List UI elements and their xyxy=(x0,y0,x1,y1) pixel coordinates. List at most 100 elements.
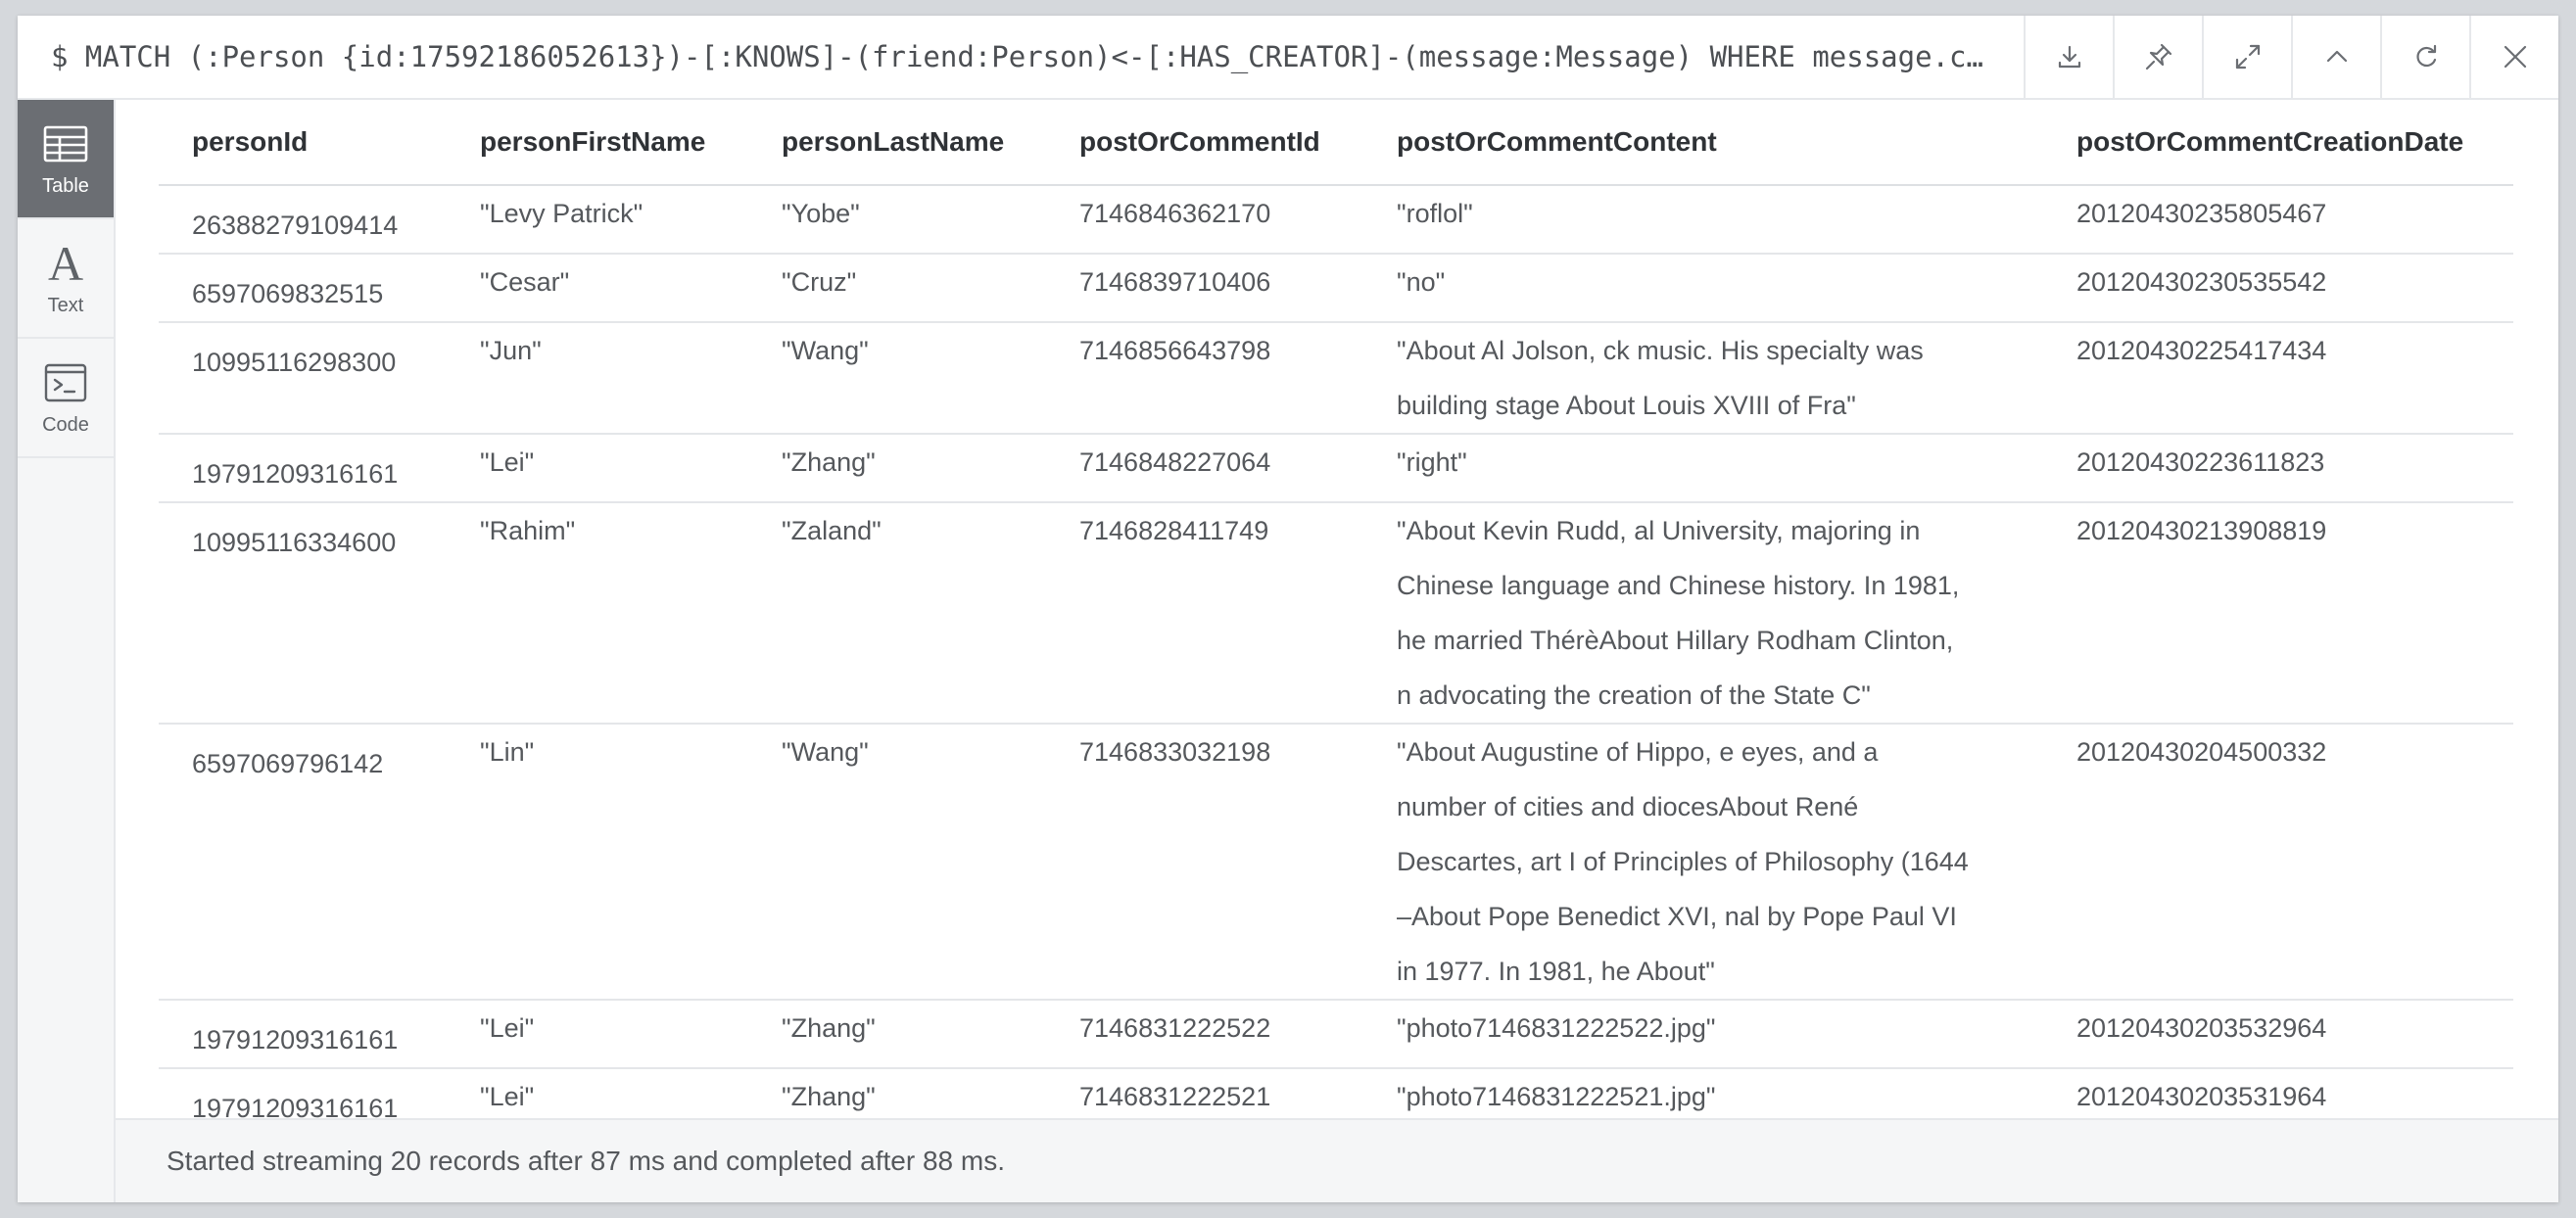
view-tab-label: Text xyxy=(47,294,84,316)
expand-button[interactable] xyxy=(2202,16,2291,98)
table-row: 10995116298300 "Jun" "Wang" 7146856643798 "A… xyxy=(159,322,2513,435)
result-frame: $ MATCH (:Person {id:17592186052613})-[:… xyxy=(18,16,2558,1202)
table-cell-postOrCommentId: 7146856643798 xyxy=(1046,322,1363,435)
result-table: personId personFirstName personLastName … xyxy=(159,100,2513,1118)
cell-text-line: "About Augustine of Hippo, e eyes, and a xyxy=(1397,737,1879,767)
cell-text-line: he married ThérèAbout Hillary Rodham Cli… xyxy=(1397,626,1954,655)
table-row: 19791209316161 "Lei" "Zhang" 7146831222521 "… xyxy=(159,1068,2513,1118)
table-header-row: personId personFirstName personLastName … xyxy=(159,100,2513,186)
table-cell-postOrCommentId: 7146833032198 xyxy=(1046,724,1363,1001)
table-cell-personFirstName: "Rahim" xyxy=(447,502,748,725)
cell-text-line: Chinese language and Chinese history. In… xyxy=(1397,571,1960,600)
pin-icon xyxy=(2145,43,2171,70)
table-cell-postOrCommentContent: "right" xyxy=(1363,434,2043,503)
column-header: postOrCommentCreationDate xyxy=(2043,100,2513,186)
collapse-button[interactable] xyxy=(2291,16,2380,98)
table-cell-personFirstName: "Lei" xyxy=(447,434,748,503)
table-cell-personId: 19791209316161 xyxy=(159,434,447,503)
download-icon xyxy=(2058,45,2080,69)
result-table-viewport[interactable]: personId personFirstName personLastName … xyxy=(116,100,2558,1118)
table-cell-postOrCommentCreationDate: 20120430235805467 xyxy=(2043,185,2513,255)
chevron-up-icon xyxy=(2326,50,2347,63)
table-cell-postOrCommentId: 7146848227064 xyxy=(1046,434,1363,503)
table-cell-personId: 19791209316161 xyxy=(159,1068,447,1118)
table-cell-postOrCommentId: 7146839710406 xyxy=(1046,254,1363,323)
table-body: 26388279109414 "Levy Patrick" "Yobe" 714684… xyxy=(159,185,2513,1118)
cell-text-line: "About Kevin Rudd, al University, majori… xyxy=(1397,516,1921,545)
table-cell-personFirstName: "Lei" xyxy=(447,1068,748,1118)
table-cell-postOrCommentCreationDate: 20120430204500332 xyxy=(2043,724,2513,1001)
download-button[interactable] xyxy=(2024,16,2113,98)
table-row: 19791209316161 "Lei" "Zhang" 7146848227064 "… xyxy=(159,434,2513,503)
table-cell-personLastName: "Wang" xyxy=(748,724,1046,1001)
cell-text-line: "roflol" xyxy=(1397,199,1473,228)
column-header: postOrCommentId xyxy=(1046,100,1363,186)
table-row: 19791209316161 "Lei" "Zhang" 7146831222522 "… xyxy=(159,1000,2513,1069)
table-cell-personLastName: "Zhang" xyxy=(748,1068,1046,1118)
query-editor[interactable]: $ MATCH (:Person {id:17592186052613})-[:… xyxy=(18,40,2024,73)
table-cell-postOrCommentId: 7146831222522 xyxy=(1046,1000,1363,1069)
table-cell-postOrCommentCreationDate: 20120430203531964 xyxy=(2043,1068,2513,1118)
table-cell-postOrCommentCreationDate: 20120430213908819 xyxy=(2043,502,2513,725)
view-switcher: Table A Text Code xyxy=(18,100,116,1202)
table-cell-postOrCommentContent: "photo7146831222522.jpg" xyxy=(1363,1000,2043,1069)
cell-text-line: "photo7146831222521.jpg" xyxy=(1397,1082,1716,1111)
table-cell-personFirstName: "Cesar" xyxy=(447,254,748,323)
table-cell-postOrCommentId: 7146831222521 xyxy=(1046,1068,1363,1118)
cell-text-line: "no" xyxy=(1397,267,1446,297)
column-header: personFirstName xyxy=(447,100,748,186)
view-tab-code[interactable]: Code xyxy=(18,339,114,458)
table-cell-personLastName: "Zhang" xyxy=(748,1000,1046,1069)
table-row: 10995116334600 "Rahim" "Zaland" 71468284117… xyxy=(159,502,2513,725)
status-bar: Started streaming 20 records after 87 ms… xyxy=(116,1118,2558,1202)
table-cell-personLastName: "Cruz" xyxy=(748,254,1046,323)
table-row: 26388279109414 "Levy Patrick" "Yobe" 714684… xyxy=(159,185,2513,255)
cell-text-line: n advocating the creation of the State C… xyxy=(1397,680,1871,710)
view-tab-text[interactable]: A Text xyxy=(18,219,114,339)
table-cell-personFirstName: "Lin" xyxy=(447,724,748,1001)
cell-text-line: in 1977. In 1981, he About" xyxy=(1397,957,1715,986)
table-cell-personId: 19791209316161 xyxy=(159,1000,447,1069)
expand-icon xyxy=(2235,44,2260,70)
table-row: 6597069796142 "Lin" "Wang" 7146833032198 "Ab… xyxy=(159,724,2513,1001)
cell-text-line: "About Al Jolson, ck music. His specialt… xyxy=(1397,336,1924,365)
table-cell-personLastName: "Zhang" xyxy=(748,434,1046,503)
close-button[interactable] xyxy=(2469,16,2558,98)
table-icon xyxy=(43,120,88,167)
table-cell-postOrCommentContent: "About Augustine of Hippo, e eyes, and a… xyxy=(1363,724,2043,1001)
cell-text-line: number of cities and diocesAbout René xyxy=(1397,792,1859,821)
table-cell-personFirstName: "Levy Patrick" xyxy=(447,185,748,255)
view-tab-table[interactable]: Table xyxy=(18,100,114,219)
table-cell-personId: 10995116334600 xyxy=(159,502,447,725)
table-cell-personId: 6597069796142 xyxy=(159,724,447,1001)
table-cell-personLastName: "Yobe" xyxy=(748,185,1046,255)
cell-text-line: "photo7146831222522.jpg" xyxy=(1397,1013,1716,1043)
rerun-button[interactable] xyxy=(2380,16,2469,98)
cell-text-line: Descartes, art I of Principles of Philos… xyxy=(1397,847,1969,876)
table-cell-postOrCommentContent: "About Kevin Rudd, al University, majori… xyxy=(1363,502,2043,725)
column-header: personLastName xyxy=(748,100,1046,186)
table-cell-postOrCommentContent: "About Al Jolson, ck music. His specialt… xyxy=(1363,322,2043,435)
table-row: 6597069832515 "Cesar" "Cruz" 7146839710406 "… xyxy=(159,254,2513,323)
table-cell-postOrCommentCreationDate: 20120430225417434 xyxy=(2043,322,2513,435)
cell-text-line: "right" xyxy=(1397,447,1467,477)
table-cell-personLastName: "Zaland" xyxy=(748,502,1046,725)
table-cell-personFirstName: "Jun" xyxy=(447,322,748,435)
view-tab-label: Table xyxy=(42,174,89,197)
table-cell-postOrCommentCreationDate: 20120430223611823 xyxy=(2043,434,2513,503)
table-cell-postOrCommentCreationDate: 20120430230535542 xyxy=(2043,254,2513,323)
table-cell-personId: 6597069832515 xyxy=(159,254,447,323)
table-cell-postOrCommentContent: "no" xyxy=(1363,254,2043,323)
table-cell-postOrCommentId: 7146828411749 xyxy=(1046,502,1363,725)
text-icon: A xyxy=(47,235,84,291)
frame-header: $ MATCH (:Person {id:17592186052613})-[:… xyxy=(18,16,2558,100)
table-cell-personId: 10995116298300 xyxy=(159,322,447,435)
pin-button[interactable] xyxy=(2113,16,2202,98)
table-cell-postOrCommentContent: "photo7146831222521.jpg" xyxy=(1363,1068,2043,1118)
cell-text-line: –About Pope Benedict XVI, nal by Pope Pa… xyxy=(1397,902,1957,931)
table-cell-postOrCommentId: 7146846362170 xyxy=(1046,185,1363,255)
code-icon xyxy=(44,359,87,406)
table-cell-personLastName: "Wang" xyxy=(748,322,1046,435)
column-header: postOrCommentContent xyxy=(1363,100,2043,186)
cell-text-line: building stage About Louis XVIII of Fra" xyxy=(1397,391,1856,420)
